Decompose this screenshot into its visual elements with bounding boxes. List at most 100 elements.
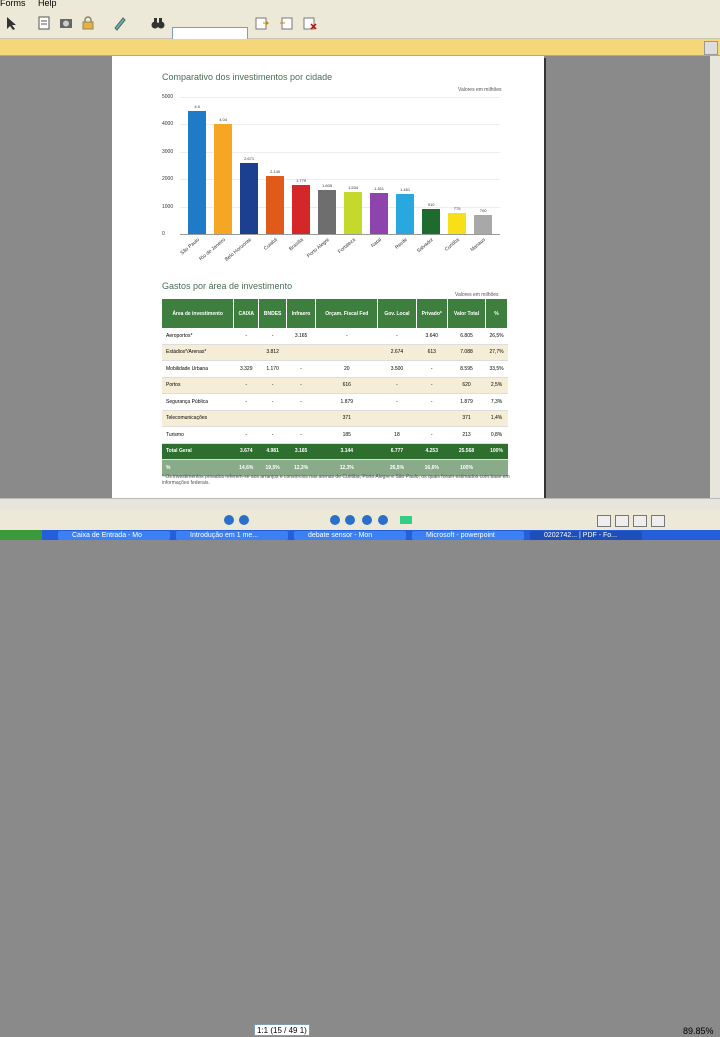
table-cell: Mobilidade Urbana bbox=[162, 360, 234, 378]
table-cell: - bbox=[258, 426, 287, 444]
table-cell: 3.640 bbox=[416, 328, 448, 345]
bar-value-label: 2.671 bbox=[244, 155, 255, 161]
x-axis bbox=[180, 234, 500, 235]
table-header-cell: Privado* bbox=[416, 299, 448, 328]
taskbar-item[interactable]: Microsoft - powerpoint bbox=[412, 531, 524, 540]
table-cell: 213 bbox=[447, 426, 486, 444]
bar-value-label: 700 bbox=[479, 207, 487, 213]
table-cell: 185 bbox=[315, 426, 378, 444]
table-cell bbox=[377, 410, 416, 427]
continuous-facing-icon[interactable] bbox=[651, 515, 665, 527]
back-icon[interactable] bbox=[362, 515, 372, 525]
table-cell: Aeroportos* bbox=[162, 328, 234, 345]
table-cell: 2.674 bbox=[377, 344, 416, 361]
table-header-cell: Área de investimento bbox=[162, 299, 235, 328]
gridline bbox=[180, 97, 500, 98]
bar bbox=[240, 162, 259, 234]
last-page-icon[interactable] bbox=[345, 515, 355, 525]
table-header-cell: % bbox=[485, 299, 508, 328]
navigation-bar: 1:1 (15 / 49 1) 89.85% bbox=[0, 510, 720, 1036]
table-cell: 7.088 bbox=[447, 344, 486, 361]
play-icon[interactable] bbox=[400, 516, 412, 524]
lock-icon[interactable] bbox=[80, 15, 96, 31]
clear-search-icon[interactable] bbox=[302, 15, 318, 31]
table-cell: - bbox=[286, 377, 316, 394]
taskbar-item[interactable]: debate sensor - Mon bbox=[294, 531, 406, 540]
prev-page-icon[interactable] bbox=[239, 515, 249, 525]
table-cell: 620 bbox=[447, 377, 486, 394]
document-icon[interactable] bbox=[36, 15, 52, 31]
table-cell: 27,7% bbox=[485, 344, 508, 361]
table-cell: Portos bbox=[162, 377, 234, 394]
taskbar-item[interactable]: Caixa de Entrada - Mo bbox=[58, 531, 170, 540]
table-row: Estádios*/Arenas* 3.812 2.674 613 7.088 27,7% bbox=[162, 344, 508, 361]
table-cell: Telecomunicações bbox=[162, 410, 234, 427]
table-row: Portos - - -616- -620 2,5% bbox=[162, 377, 508, 394]
bar bbox=[474, 214, 493, 234]
table-header-cell: Gov. Local bbox=[377, 299, 417, 328]
menu-forms[interactable]: Forms bbox=[0, 0, 26, 8]
y-tick-label: 1000 bbox=[162, 203, 174, 210]
table-cell: 33,5% bbox=[485, 360, 508, 378]
binoculars-icon[interactable] bbox=[150, 15, 166, 31]
next-page-icon[interactable] bbox=[330, 515, 340, 525]
bar-value-label: 4.5 bbox=[194, 103, 200, 109]
table-cell: - bbox=[286, 360, 316, 378]
forward-icon[interactable] bbox=[378, 515, 388, 525]
table-cell: 18 bbox=[377, 426, 416, 444]
facing-icon[interactable] bbox=[633, 515, 647, 527]
taskbar-item[interactable]: Introdução em 1 me... bbox=[176, 531, 288, 540]
table-cell: - bbox=[377, 377, 416, 394]
find-next-icon[interactable] bbox=[254, 15, 270, 31]
table-cell: - bbox=[416, 360, 448, 378]
table-cell bbox=[286, 410, 316, 427]
bar bbox=[422, 209, 441, 234]
table-header-cell: Infraero bbox=[286, 299, 317, 328]
table-cell: 6.805 bbox=[447, 328, 486, 345]
table-cell: - bbox=[233, 377, 259, 394]
find-prev-icon[interactable] bbox=[278, 15, 294, 31]
table-cell: - bbox=[416, 426, 448, 444]
table-cell: 100% bbox=[485, 443, 508, 460]
page-number-input[interactable]: 1:1 (15 / 49 1) bbox=[254, 1024, 310, 1036]
table-cell bbox=[233, 344, 259, 361]
table-cell bbox=[315, 344, 378, 361]
menu-help[interactable]: Help bbox=[38, 0, 57, 8]
bar-value-label: 1.451 bbox=[400, 187, 411, 193]
taskbar-item-active[interactable]: 0202742... | PDF - Fo... bbox=[530, 531, 642, 540]
table-cell bbox=[286, 344, 316, 361]
table-cell: - bbox=[233, 328, 259, 345]
table-cell: 4.981 bbox=[258, 443, 287, 460]
table-cell: 20 bbox=[315, 360, 378, 378]
table-cell: 3.165 bbox=[286, 328, 316, 345]
table-cell: 616 bbox=[315, 377, 378, 394]
table-cell: 25.568 bbox=[447, 443, 486, 460]
table-row: Segurança Pública - - -1.879- -1.879 7,3% bbox=[162, 393, 508, 411]
vertical-scrollbar[interactable] bbox=[710, 56, 720, 498]
table-cell: - bbox=[233, 426, 259, 444]
zoom-level: 89.85% bbox=[683, 1026, 714, 1036]
table-cell: 1.879 bbox=[315, 393, 378, 411]
table-cell: - bbox=[258, 393, 287, 411]
chart-units-note: Valores em milhões bbox=[458, 87, 502, 93]
camera-icon[interactable] bbox=[58, 15, 74, 31]
chart-title: Comparativo dos investimentos por cidade bbox=[162, 72, 333, 82]
collapse-panel-icon[interactable] bbox=[704, 41, 718, 55]
table-cell: - bbox=[286, 426, 316, 444]
table-cell: 613 bbox=[416, 344, 448, 361]
start-button[interactable] bbox=[0, 530, 42, 540]
table-row: Mobilidade Urbana 3.329 1.170-20 3.500-8.59… bbox=[162, 360, 508, 378]
cursor-icon[interactable] bbox=[4, 15, 20, 31]
y-tick-label: 3000 bbox=[162, 148, 174, 155]
bar bbox=[214, 124, 233, 234]
single-page-icon[interactable] bbox=[597, 515, 611, 527]
table-cell: - bbox=[377, 393, 416, 411]
pencil-icon[interactable] bbox=[112, 15, 128, 31]
bar-value-label: 4.04 bbox=[219, 117, 227, 123]
table-cell: - bbox=[377, 328, 416, 345]
table-row: Aeroportos* - -3.165- -3.640 6.805 26,5% bbox=[162, 328, 508, 345]
table-cell: 3.674 bbox=[233, 443, 259, 460]
continuous-icon[interactable] bbox=[615, 515, 629, 527]
first-page-icon[interactable] bbox=[224, 515, 234, 525]
table-cell: 1.170 bbox=[258, 360, 287, 378]
